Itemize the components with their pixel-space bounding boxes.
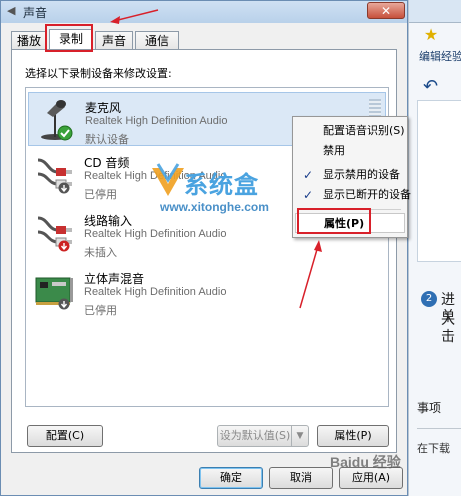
background-content-panel xyxy=(417,100,461,262)
device-name: 线路输入 xyxy=(84,214,133,228)
tab-sounds[interactable]: 声音 xyxy=(95,31,133,49)
download-text[interactable]: 在下载 xyxy=(417,440,450,456)
tab-playback[interactable]: 播放 xyxy=(11,31,47,49)
annotation-highlight-tab xyxy=(45,24,93,52)
chevron-down-icon[interactable]: ▼ xyxy=(291,426,308,446)
menu-item-label: 显示已断开的设备 xyxy=(323,188,411,201)
ok-button[interactable]: 确定 xyxy=(199,467,263,489)
notes-section-heading: 事项 xyxy=(417,401,442,415)
set-default-label: 设为默认值(S) xyxy=(219,429,291,442)
back-arrow-icon[interactable]: ↶ xyxy=(423,76,447,98)
default-check-icon xyxy=(57,125,73,141)
menu-item-label: 显示禁用的设备 xyxy=(323,168,400,181)
menu-item-disable[interactable]: 禁用 xyxy=(295,141,405,161)
window-title: 声音 xyxy=(23,6,48,20)
menu-item-label: 禁用 xyxy=(323,144,345,157)
instruction-text: 选择以下录制设备来修改设置: xyxy=(25,67,172,80)
menu-item-label: 配置语音识别(S) xyxy=(323,124,405,137)
configure-button[interactable]: 配置(C) xyxy=(27,425,103,447)
set-default-button[interactable]: 设为默认值(S) ▼ xyxy=(217,425,309,447)
disabled-arrow-icon xyxy=(58,182,70,194)
tab-communications[interactable]: 通信 xyxy=(135,31,179,49)
device-name: CD 音频 xyxy=(84,156,130,170)
watermark-site-url: www.xitonghe.com xyxy=(160,200,269,214)
menu-item-show-disabled[interactable]: ✓ 显示禁用的设备 xyxy=(295,165,405,185)
step-number-badge: 2 xyxy=(421,291,437,307)
checkmark-icon: ✓ xyxy=(303,188,314,202)
device-status: 默认设备 xyxy=(85,133,129,146)
watermark-site-name: 系统盒 xyxy=(184,171,259,199)
edit-experience-link[interactable]: 编辑经验 xyxy=(419,48,461,64)
close-button[interactable]: ✕ xyxy=(367,2,405,19)
device-row-stereo-mix[interactable]: 立体声混音 Realtek High Definition Audio 已停用 xyxy=(28,264,386,318)
checkmark-icon: ✓ xyxy=(303,168,314,182)
close-icon: ✕ xyxy=(380,4,392,18)
device-name: 麦克风 xyxy=(85,101,122,115)
cancel-button[interactable]: 取消 xyxy=(269,467,333,489)
site-logo-icon xyxy=(152,163,184,196)
star-icon[interactable]: ★ xyxy=(421,26,441,44)
device-status: 已停用 xyxy=(84,188,117,201)
annotation-highlight-properties xyxy=(297,208,371,234)
background-toolbar xyxy=(409,0,461,23)
device-name: 立体声混音 xyxy=(84,272,145,286)
device-status: 未插入 xyxy=(84,246,117,259)
sound-dialog: ◀ 声音 ✕ 播放 录制 声音 通信 选择以下录制设备来修改设置: 麦克风 Re… xyxy=(0,0,408,496)
properties-button[interactable]: 属性(P) xyxy=(317,425,389,447)
disabled-arrow-icon xyxy=(58,298,70,310)
background-browser-window: ★ 编辑经验 ↶ 2 进入 单击 事项 在下载 xyxy=(408,0,461,496)
watermark-baidu: Baidu 经验 xyxy=(330,454,401,470)
title-bar[interactable]: ◀ 声音 ✕ xyxy=(1,1,407,23)
menu-item-configure-speech[interactable]: 配置语音识别(S) xyxy=(295,121,405,141)
unplugged-arrow-icon xyxy=(58,240,70,252)
device-driver: Realtek High Definition Audio xyxy=(85,115,228,127)
step-text-line-2: 单击 xyxy=(441,309,455,345)
device-driver: Realtek High Definition Audio xyxy=(84,228,227,240)
device-status: 已停用 xyxy=(84,304,117,317)
divider xyxy=(417,428,461,429)
device-driver: Realtek High Definition Audio xyxy=(84,286,227,298)
menu-item-show-disconnected[interactable]: ✓ 显示已断开的设备 xyxy=(295,185,411,205)
speaker-icon: ◀ xyxy=(7,4,16,17)
